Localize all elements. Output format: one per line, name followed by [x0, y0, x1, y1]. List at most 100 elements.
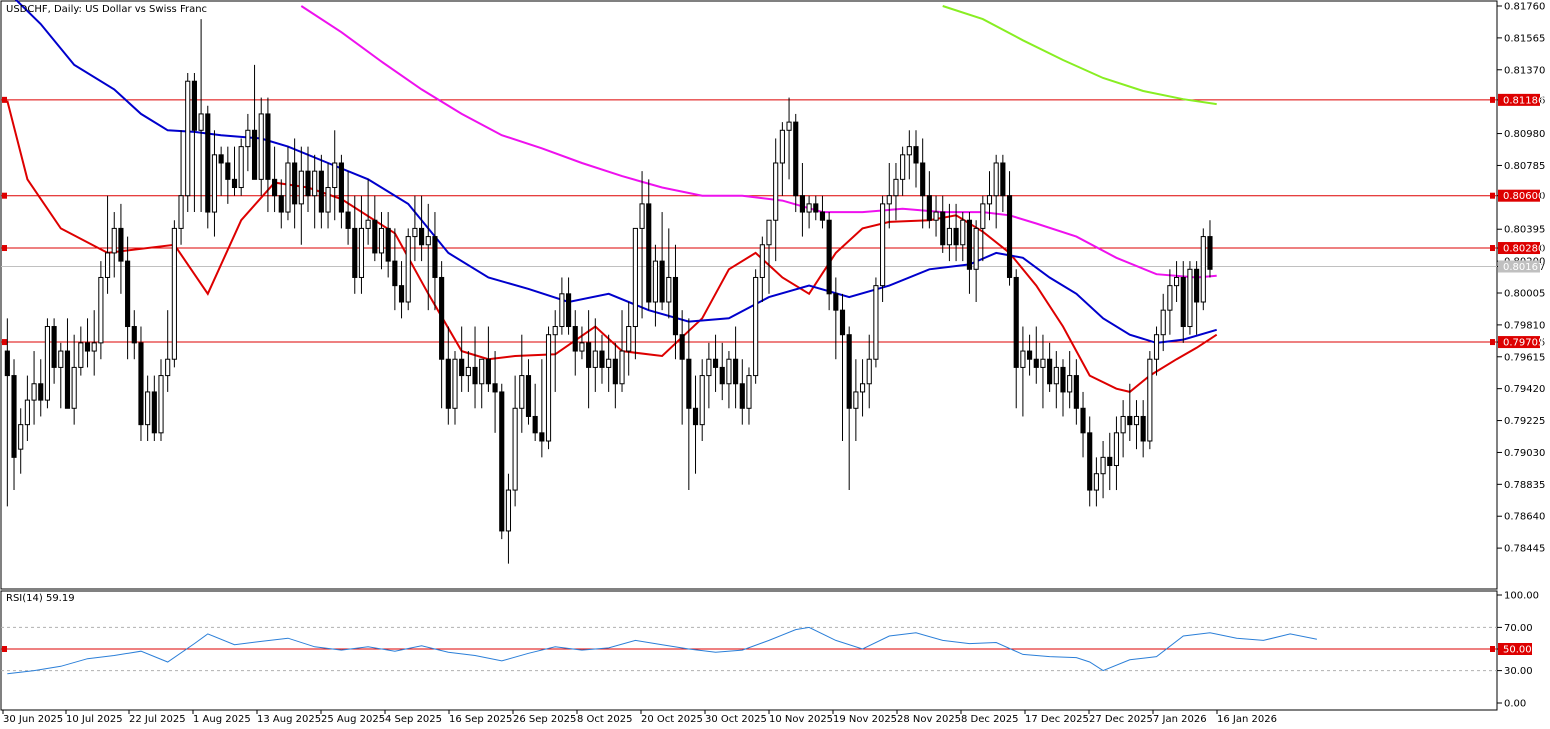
candle-body [672, 276, 679, 336]
candle-body [639, 203, 645, 229]
candle-body [813, 203, 819, 213]
candle-body [205, 113, 211, 213]
candle-body [712, 358, 719, 368]
time-tick-label: 30 Oct 2025 [705, 714, 767, 725]
candle-body [786, 121, 792, 131]
candle-body [4, 350, 10, 377]
candle-body [332, 162, 338, 189]
candle-body [826, 219, 832, 295]
candle-body [465, 366, 471, 377]
current-price-label: 0.80167 [1503, 262, 1544, 273]
price-tick-label: 0.80005 [1504, 289, 1545, 300]
price-tick-label: 0.78640 [1504, 512, 1545, 523]
candle-body [726, 358, 732, 385]
candle-body [793, 121, 799, 197]
candle-body [78, 342, 84, 368]
candle-body [158, 375, 164, 434]
trading-chart: 0.81760 0.81565 0.81370 0.81186 0.80980 0.807… [0, 0, 1545, 725]
candle-body [632, 227, 638, 328]
price-tick-label: 0.78835 [1504, 480, 1545, 491]
time-tick-label: 22 Jul 2025 [129, 714, 186, 725]
candle-body [318, 170, 324, 213]
candle-body [599, 350, 605, 368]
candle-body [666, 276, 672, 303]
candle-body [966, 219, 973, 270]
candle-body [1080, 407, 1086, 434]
candle-body [806, 203, 812, 213]
candle-body [1006, 195, 1013, 278]
candle-body [472, 366, 478, 385]
candle-body [773, 162, 779, 221]
time-tick-label: 30 Jun 2025 [3, 714, 63, 725]
time-tick-label: 26 Sep 2025 [513, 714, 576, 725]
time-tick-label: 1 Aug 2025 [193, 714, 251, 725]
candle-body [579, 342, 585, 352]
candle-body [1160, 309, 1166, 336]
candle-body [238, 146, 244, 189]
time-tick-label: 10 Nov 2025 [769, 714, 833, 725]
candle-body [1133, 415, 1140, 426]
candle-body [652, 260, 658, 303]
time-tick-label: 16 Sep 2025 [449, 714, 512, 725]
time-tick-label: 20 Oct 2025 [641, 714, 703, 725]
candle-body [1093, 473, 1099, 491]
candle-body [398, 285, 405, 303]
candle-body [592, 350, 598, 368]
candle-body [1153, 334, 1160, 360]
candle-body [1073, 375, 1079, 409]
candle-body [272, 178, 278, 197]
candle-body [606, 358, 612, 368]
candle-body [779, 129, 785, 164]
candle-body [11, 375, 17, 458]
candle-body [104, 252, 111, 278]
level-anchor-left [2, 192, 7, 199]
candle-body [278, 195, 284, 213]
price-tick-label: 0.79030 [1504, 448, 1545, 459]
candle-body [425, 236, 431, 246]
candle-body [559, 293, 565, 328]
candle-body [525, 375, 532, 417]
time-tick-label: 19 Nov 2025 [833, 714, 897, 725]
candle-body [1127, 415, 1133, 426]
candle-body [626, 326, 632, 352]
candle-body [512, 407, 518, 491]
candle-body [1013, 276, 1019, 368]
candle-body [846, 334, 852, 409]
level-anchor-right [1490, 96, 1495, 103]
candle-body [1067, 375, 1073, 393]
level-anchor-right [1490, 245, 1495, 252]
candle-body [492, 383, 498, 393]
candle-body [679, 334, 685, 360]
candle-body [926, 195, 932, 221]
candle-body [338, 162, 344, 213]
candle-body [572, 326, 578, 352]
candle-body [545, 334, 552, 442]
candle-body [853, 391, 859, 409]
price-tick-label: 0.81370 [1504, 65, 1545, 76]
candle-body [305, 170, 311, 197]
candle-body [325, 187, 331, 213]
candle-body [485, 358, 491, 385]
candle-body [719, 366, 725, 385]
candle-body [619, 350, 625, 385]
candle-body [298, 170, 304, 205]
candle-body [900, 154, 906, 180]
candle-body [218, 154, 224, 164]
candle-body [18, 424, 24, 450]
price-tick-label: 0.79225 [1504, 416, 1545, 427]
price-tick-label: 0.78445 [1504, 544, 1545, 555]
candle-body [993, 162, 999, 197]
candle-body [171, 227, 177, 360]
candle-body [111, 227, 117, 254]
candle-body [198, 113, 204, 131]
candle-body [1047, 358, 1053, 385]
candle-body [372, 219, 378, 254]
candle-body [1100, 456, 1106, 475]
candle-body [973, 227, 979, 270]
price-tick-label: 0.81760 [1504, 2, 1545, 13]
level-anchor-left [2, 245, 7, 252]
candle-body [44, 326, 50, 401]
time-tick-label: 13 Aug 2025 [257, 714, 321, 725]
candle-body [612, 358, 618, 385]
price-tick-label: 0.80785 [1504, 161, 1545, 172]
